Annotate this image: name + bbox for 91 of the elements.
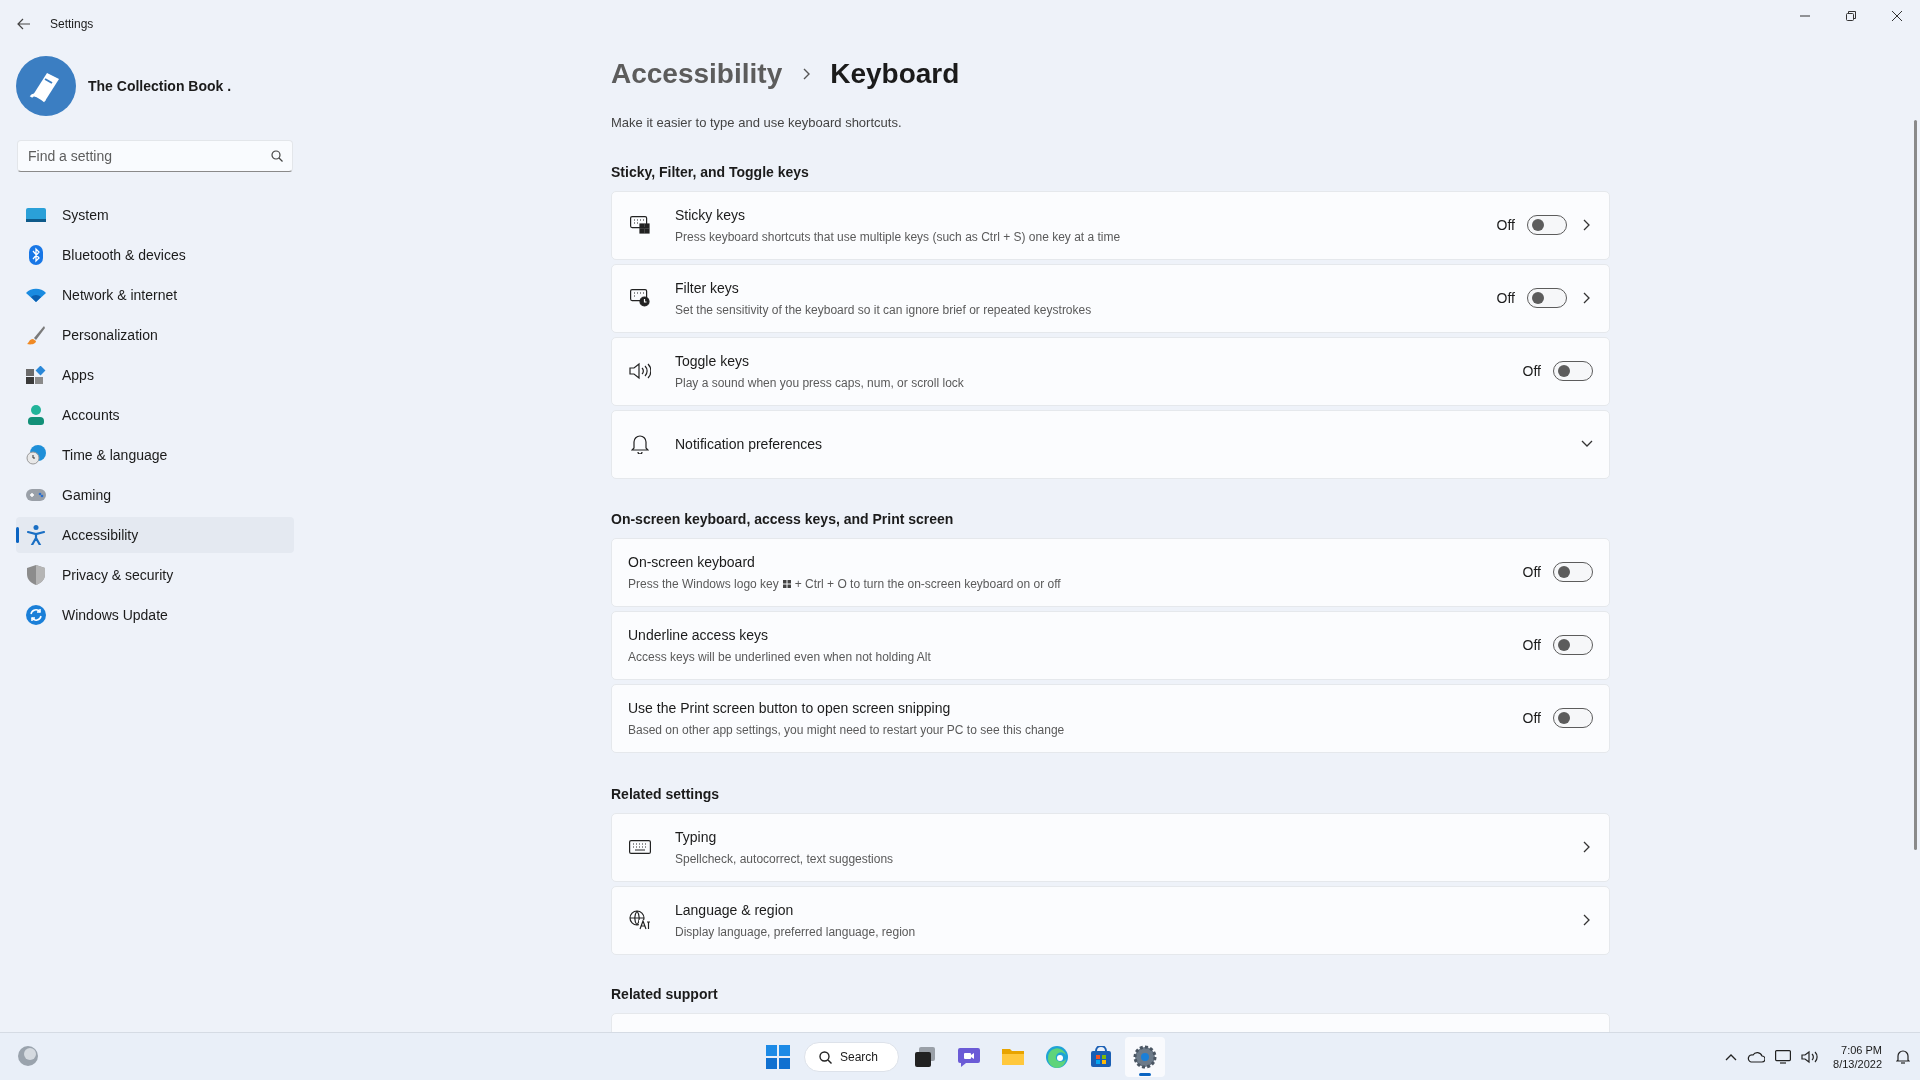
setting-title: Use the Print screen button to open screen snipping: [628, 698, 952, 718]
nav-item[interactable]: Accounts: [16, 397, 294, 433]
setting-description: Based on other app settings, you might need to restart your PC to see this change: [628, 721, 1066, 739]
person-icon: [26, 405, 46, 425]
window-title: Settings: [50, 16, 94, 33]
chevron-up-icon[interactable]: [1725, 1053, 1738, 1061]
setting-description: Access keys will be underlined even when not holding Alt: [628, 648, 932, 666]
filter-keys-icon: [629, 289, 651, 307]
clock[interactable]: 7:06 PM 8/13/2022: [1829, 1043, 1886, 1071]
setting-description: Press the Windows logo key: [628, 575, 779, 593]
search-icon: [819, 1050, 832, 1064]
setting-title: Toggle keys: [675, 351, 750, 371]
nav-item[interactable]: Personalization: [16, 317, 294, 353]
page-description: Make it easier to type and use keyboard shortcuts.: [611, 114, 903, 132]
setting-title: On-screen keyboard: [628, 552, 756, 572]
profile-avatar: [16, 56, 76, 116]
wifi-icon: [26, 288, 46, 302]
setting-title: Typing: [675, 827, 718, 847]
section-heading: Sticky, Filter, and Toggle keys: [611, 162, 810, 182]
setting-card[interactable]: Sticky keys Press keyboard shortcuts that use multiple keys (such as Ctrl + S) one key at a time Off: [611, 190, 1610, 260]
setting-description: Display language, preferred language, region: [675, 923, 917, 941]
paintbrush-icon: [26, 325, 46, 345]
setting-description: Spellcheck, autocorrect, text suggestions: [675, 850, 895, 868]
breadcrumb-link[interactable]: Accessibility: [611, 53, 783, 95]
nav-item[interactable]: Privacy & security: [16, 557, 294, 593]
close-icon: [1892, 11, 1902, 21]
section-heading: Related support: [611, 984, 719, 1004]
bell-icon: [629, 434, 651, 454]
globe-clock-icon: [26, 445, 46, 465]
toggle-switch[interactable]: [1553, 562, 1593, 582]
accessibility-icon: [26, 525, 46, 545]
setting-description: + Ctrl + O to turn the on-screen keyboard on or off: [794, 575, 1061, 593]
sticky-keys-icon: [629, 216, 651, 234]
toggle-state-label: Off: [1522, 708, 1541, 728]
setting-description: Press keyboard shortcuts that use multiple keys (such as Ctrl + S) one key at a time: [675, 228, 1122, 246]
keyboard-icon: [629, 840, 651, 854]
toggle-switch[interactable]: [1527, 288, 1567, 308]
toggle-state-label: Off: [1496, 215, 1515, 235]
setting-title: Underline access keys: [628, 625, 770, 645]
toggle-switch[interactable]: [1553, 361, 1593, 381]
setting-card[interactable]: Filter keys Set the sensitivity of the keyboard so it can ignore brief or repeated keystrokes Off: [611, 263, 1610, 333]
nav-item[interactable]: Network & internet: [16, 277, 294, 313]
bluetooth-icon: [26, 245, 46, 265]
search-field[interactable]: Find a setting: [17, 140, 293, 172]
section-heading: On-screen keyboard, access keys, and Print screen: [611, 509, 955, 529]
setting-title: Filter keys: [675, 278, 740, 298]
sync-icon: [26, 605, 46, 625]
windows-logo-icon: [782, 579, 791, 588]
apps-icon: [26, 366, 46, 384]
section-heading: Related settings: [611, 784, 721, 804]
cloud-icon[interactable]: [1747, 1051, 1766, 1063]
speaker-icon: [629, 362, 651, 380]
setting-title: Notification preferences: [675, 434, 824, 454]
toggle-state-label: Off: [1522, 562, 1541, 582]
setting-title: Language & region: [675, 900, 795, 920]
windows-logo-icon: [766, 1045, 790, 1069]
shield-icon: [26, 565, 46, 585]
monitor-icon[interactable]: [1775, 1050, 1792, 1064]
nav-item[interactable]: Accessibility: [16, 517, 294, 553]
language-icon: [629, 910, 651, 930]
setting-card[interactable]: Language & region Display language, preferred language, region: [611, 885, 1610, 955]
toggle-switch[interactable]: [1553, 708, 1593, 728]
chevron-icon: [802, 68, 811, 80]
page-title: Keyboard: [830, 57, 960, 91]
toggle-state-label: Off: [1522, 635, 1541, 655]
nav-item[interactable]: Windows Update: [16, 597, 294, 633]
profile-name: The Collection Book .: [88, 76, 232, 96]
restore-icon: [1846, 11, 1856, 21]
monitor-icon: [26, 208, 46, 222]
search-icon: [271, 150, 283, 162]
speaker-icon[interactable]: [1801, 1050, 1820, 1064]
setting-description: Play a sound when you press caps, num, or scroll lock: [675, 374, 965, 392]
nav-item[interactable]: Apps: [16, 357, 294, 393]
setting-title: Sticky keys: [675, 205, 746, 225]
taskbar-search-button[interactable]: Search: [804, 1042, 900, 1072]
nav-item[interactable]: Bluetooth & devices: [16, 237, 294, 273]
scrollbar[interactable]: [1914, 120, 1917, 850]
toggle-state-label: Off: [1522, 361, 1541, 381]
setting-description: Set the sensitivity of the keyboard so it can ignore brief or repeated keystrokes: [675, 301, 1093, 319]
toggle-state-label: Off: [1496, 288, 1515, 308]
setting-card[interactable]: Notification preferences: [611, 409, 1610, 479]
notification-icon[interactable]: [1896, 1050, 1910, 1064]
setting-card[interactable]: Typing Spellcheck, autocorrect, text suggestions: [611, 812, 1610, 882]
gamepad-icon: [26, 488, 46, 502]
gear-icon[interactable]: [1125, 1037, 1166, 1077]
back-button[interactable]: [16, 16, 32, 32]
nav-item[interactable]: System: [16, 197, 294, 233]
nav-item[interactable]: Gaming: [16, 477, 294, 513]
toggle-switch[interactable]: [1553, 635, 1593, 655]
toggle-switch[interactable]: [1527, 215, 1567, 235]
nav-item[interactable]: Time & language: [16, 437, 294, 473]
